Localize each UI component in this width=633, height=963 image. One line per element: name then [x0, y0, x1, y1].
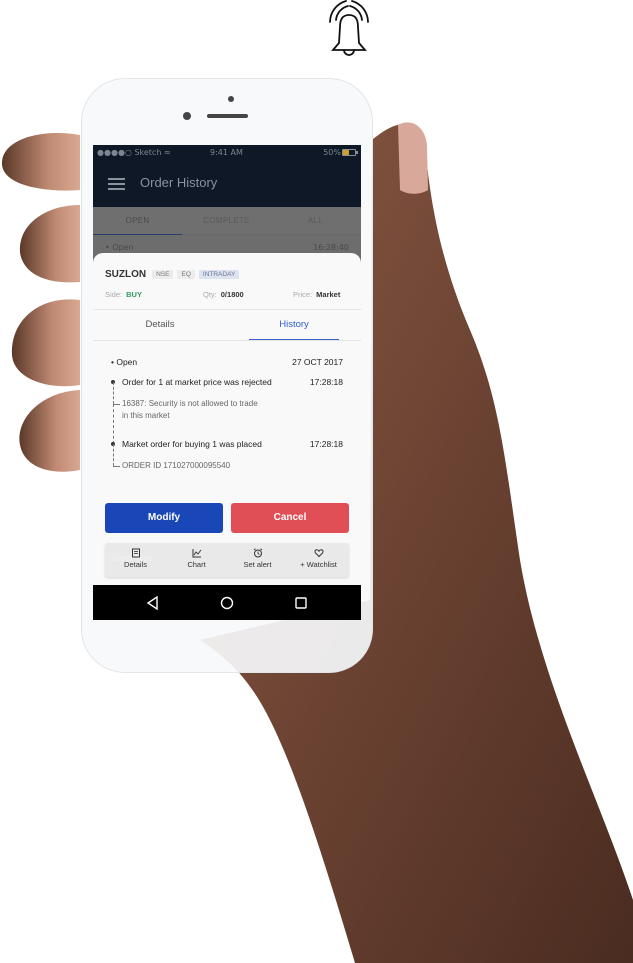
segment-chip: EQ: [177, 269, 195, 279]
tab-history[interactable]: History: [227, 310, 361, 340]
wifi-icon: ≈: [163, 148, 171, 157]
history-event-title: Order for 1 at market price was rejected: [122, 377, 272, 387]
history-event-detail: ORDER ID 171027000095540: [122, 461, 231, 470]
order-side: Side: BUY: [105, 290, 142, 299]
hamburger-icon[interactable]: [108, 178, 125, 190]
order-detail-sheet: SUZLON NSE EQ INTRADAY Side: BUY Qty: 0/18…: [93, 253, 361, 585]
status-bar: ●●●●○ Sketch ≈ 9:41 AM 50%: [93, 145, 361, 161]
side-label: Side:: [105, 290, 123, 299]
order-qty: Qty: 0/1800: [203, 290, 244, 299]
product-chip: INTRADAY: [198, 269, 240, 279]
battery-icon: [342, 149, 358, 156]
price-label: Price:: [293, 290, 313, 299]
history-status: • Open: [111, 357, 138, 367]
front-camera: [183, 112, 191, 120]
price-value: Market: [316, 290, 341, 299]
history-event-title: Market order for buying 1 was placed: [122, 439, 262, 449]
exchange-chip: NSE: [152, 269, 174, 279]
history-event-time: 17:28:18: [309, 439, 343, 449]
order-history-timeline: • Open 27 OCT 2017 Order for 1 at market…: [93, 341, 361, 491]
app-bar: Order History: [93, 161, 361, 207]
action-details[interactable]: Details: [105, 543, 166, 577]
alarm-clock-icon: [253, 548, 262, 558]
timeline-connector: [113, 444, 114, 466]
document-icon: [131, 548, 140, 558]
history-event-detail: 16387: Security is not allowed to trade: [122, 399, 258, 408]
action-label: + Watchlist: [300, 560, 337, 569]
proximity-sensor: [228, 96, 234, 102]
earpiece-speaker: [207, 114, 248, 118]
history-date: 27 OCT 2017: [292, 357, 343, 367]
qty-label: Qty:: [203, 290, 217, 299]
history-event-detail: in this market: [122, 411, 170, 420]
order-symbol: SUZLON: [105, 268, 147, 280]
battery-percent: 50%: [323, 148, 341, 157]
heart-icon: [313, 549, 324, 558]
action-label: Set alert: [243, 560, 272, 569]
cancel-button[interactable]: Cancel: [231, 503, 349, 533]
action-add-watchlist[interactable]: + Watchlist: [288, 543, 349, 577]
background-order-row: • Open 16:28:40: [93, 235, 361, 255]
background-row-time: 16:28:40: [313, 243, 349, 252]
timeline-branch: [113, 466, 120, 467]
modify-button[interactable]: Modify: [105, 503, 223, 533]
action-label: Chart: [187, 560, 206, 569]
action-label: Details: [124, 560, 147, 569]
back-triangle-icon[interactable]: [145, 595, 161, 611]
android-nav-bar: [93, 585, 361, 620]
tab-open[interactable]: OPEN: [93, 207, 182, 235]
carrier-signal: ●●●●○ Sketch ≈: [97, 148, 171, 157]
status-time: 9:41 AM: [210, 148, 243, 157]
qty-value: 0/1800: [220, 290, 244, 299]
background-row-status: • Open: [105, 243, 134, 252]
order-header: SUZLON NSE EQ INTRADAY: [105, 267, 243, 281]
battery-fill: [343, 150, 349, 155]
recents-square-icon[interactable]: [293, 595, 309, 611]
timeline-branch: [113, 404, 120, 405]
tab-all[interactable]: ALL: [271, 207, 360, 235]
action-set-alert[interactable]: Set alert: [227, 543, 288, 577]
page-title: Order History: [140, 175, 218, 190]
timeline-connector: [113, 382, 114, 404]
timeline-connector: [113, 404, 114, 444]
side-value: BUY: [126, 290, 142, 299]
phone-screen: ●●●●○ Sketch ≈ 9:41 AM 50% Order History…: [93, 145, 361, 620]
chart-icon: [192, 549, 201, 558]
tab-complete[interactable]: COMPLETE: [182, 207, 271, 235]
history-event-time: 17:28:18: [309, 377, 343, 387]
home-circle-icon[interactable]: [219, 595, 235, 611]
action-bar: Order Type Details Chart Set alert + Wat…: [105, 543, 349, 577]
order-tabs: OPEN COMPLETE ALL: [93, 207, 361, 235]
tab-details[interactable]: Details: [93, 310, 227, 340]
order-price: Price: Market: [293, 290, 340, 299]
action-chart[interactable]: Chart: [166, 543, 227, 577]
